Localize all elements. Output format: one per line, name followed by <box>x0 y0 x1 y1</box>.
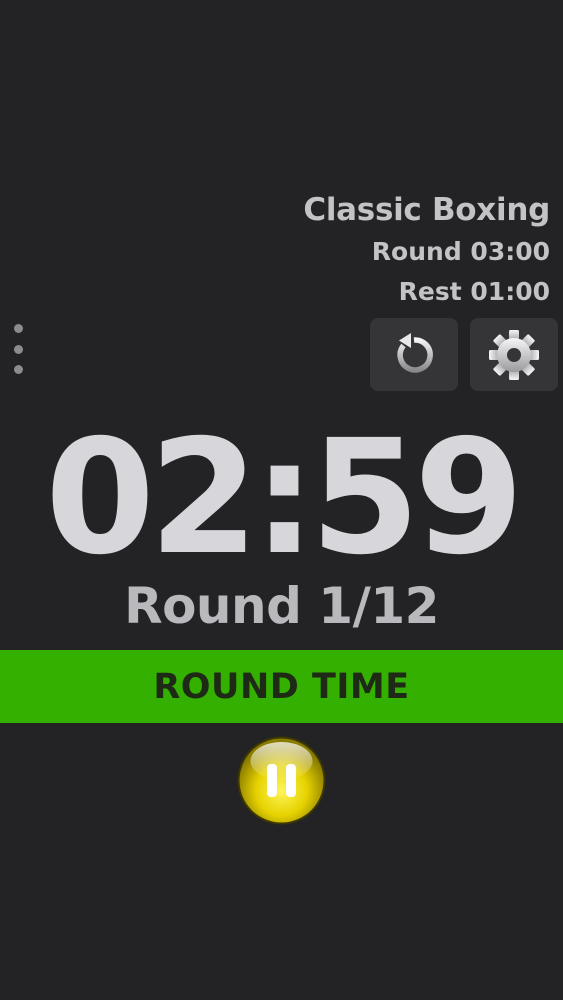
settings-button[interactable] <box>470 318 558 391</box>
pause-icon <box>237 736 326 825</box>
menu-dot <box>13 365 23 374</box>
preset-info: Classic Boxing Round 03:00 Rest 01:00 <box>303 188 550 312</box>
reset-icon <box>397 332 433 373</box>
timer-display: 02:59 <box>45 406 524 590</box>
round-counter: Round 1/12 <box>124 577 439 635</box>
overflow-menu-icon[interactable] <box>10 324 26 374</box>
app-screen: Classic Boxing Round 03:00 Rest 01:00 02… <box>0 0 563 1000</box>
phase-banner: ROUND TIME <box>0 650 563 723</box>
menu-dot <box>13 324 23 333</box>
menu-dot <box>13 344 23 354</box>
preset-round-duration: Round 03:00 <box>371 237 550 266</box>
preset-rest-duration: Rest 01:00 <box>398 277 550 306</box>
pause-button[interactable] <box>236 735 327 826</box>
gear-icon <box>489 329 539 380</box>
reset-button[interactable] <box>370 318 458 391</box>
preset-name: Classic Boxing <box>303 192 550 228</box>
phase-label: ROUND TIME <box>153 666 410 707</box>
